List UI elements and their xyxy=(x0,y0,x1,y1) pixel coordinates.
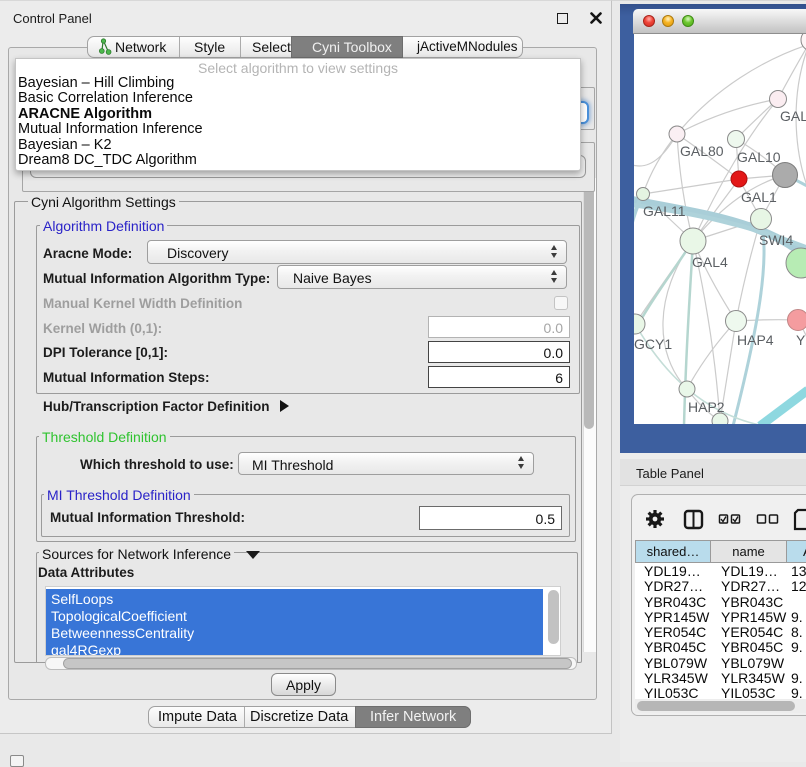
svg-text:Y: Y xyxy=(796,332,806,348)
svg-text:GCY1: GCY1 xyxy=(634,336,672,352)
svg-text:GAL1: GAL1 xyxy=(741,189,777,205)
svg-text:HAP4: HAP4 xyxy=(737,332,774,348)
svg-text:GAL10: GAL10 xyxy=(737,149,781,165)
svg-text:GAL4: GAL4 xyxy=(692,254,728,270)
svg-text:GAL11: GAL11 xyxy=(643,203,686,219)
svg-text:HAP2: HAP2 xyxy=(688,399,725,415)
svg-text:SWI4: SWI4 xyxy=(759,232,793,248)
svg-text:GAL80: GAL80 xyxy=(680,143,724,159)
svg-text:GAL: GAL xyxy=(780,108,806,124)
